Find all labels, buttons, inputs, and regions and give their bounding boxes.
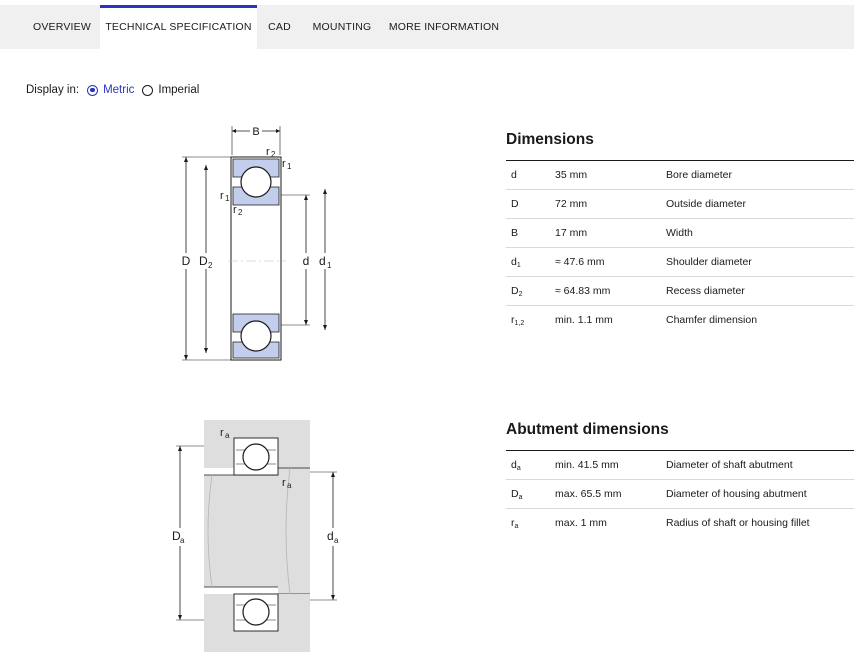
value-cell: ≈ 64.83 mm — [555, 285, 611, 297]
label-D2: D — [199, 254, 208, 268]
label-d: d — [303, 254, 310, 268]
table-row: r1,2 min. 1.1 mm Chamfer dimension — [506, 306, 854, 335]
table-row: d 35 mm Bore diameter — [506, 161, 854, 190]
radio-metric[interactable]: Metric — [87, 84, 134, 96]
display-in-label: Display in: — [26, 84, 80, 96]
value-cell: 35 mm — [555, 169, 588, 181]
description-cell: Outside diameter — [666, 198, 746, 210]
label-r2-side-sub: 2 — [238, 208, 243, 217]
value-cell: min. 1.1 mm — [555, 314, 613, 326]
table-row: d1 ≈ 47.6 mm Shoulder diameter — [506, 248, 854, 277]
label-ra-top: r — [220, 427, 224, 439]
symbol-cell: D — [511, 198, 519, 210]
label-da: d — [327, 529, 334, 543]
symbol-cell: d — [511, 169, 517, 181]
table-row: B 17 mm Width — [506, 219, 854, 248]
table-row: ra max. 1 mm Radius of shaft or housing … — [506, 509, 854, 538]
abutment-dimensions-drawing: D a d a r a r a — [160, 420, 360, 655]
radio-dot-icon — [87, 84, 99, 96]
symbol-cell: ra — [511, 517, 519, 530]
unit-selector: Display in: Metric Imperial — [26, 82, 207, 98]
radio-imperial-label: Imperial — [158, 84, 200, 96]
description-cell: Radius of shaft or housing fillet — [666, 517, 810, 529]
symbol-cell: d1 — [511, 256, 521, 269]
label-ra-top-sub: a — [225, 431, 230, 440]
value-cell: min. 41.5 mm — [555, 459, 619, 471]
symbol-cell: B — [511, 227, 519, 239]
table-row: Da max. 65.5 mm Diameter of housing abut… — [506, 480, 854, 509]
bearing-dimensions-drawing: B D D 2 d d 1 r 2 r 1 r 1 r 2 — [168, 125, 358, 365]
label-r1-top: r — [282, 158, 286, 170]
label-d1-sub: 1 — [327, 261, 332, 270]
value-cell: max. 65.5 mm — [555, 488, 622, 500]
abutment-title: Abutment dimensions — [506, 421, 669, 438]
radio-dot-icon — [142, 84, 154, 96]
value-cell: 17 mm — [555, 227, 588, 239]
dimensions-table: d 35 mm Bore diameter D 72 mm Outside di… — [506, 160, 854, 335]
label-r2-top: r — [266, 146, 270, 158]
label-r2-top-sub: 2 — [271, 150, 276, 159]
tab-cad[interactable]: CAD — [257, 5, 302, 49]
radio-metric-label: Metric — [103, 84, 135, 96]
symbol-cell: da — [511, 459, 521, 472]
tab-more-information[interactable]: MORE INFORMATION — [382, 5, 506, 49]
label-da-sub: a — [334, 536, 339, 545]
tab-bar: OVERVIEW TECHNICAL SPECIFICATION CAD MOU… — [0, 5, 854, 49]
description-cell: Diameter of housing abutment — [666, 488, 807, 500]
description-cell: Bore diameter — [666, 169, 732, 181]
abutment-table: da min. 41.5 mm Diameter of shaft abutme… — [506, 450, 854, 538]
tab-technical-specification[interactable]: TECHNICAL SPECIFICATION — [100, 5, 257, 49]
value-cell: 72 mm — [555, 198, 588, 210]
value-cell: max. 1 mm — [555, 517, 607, 529]
table-row: da min. 41.5 mm Diameter of shaft abutme… — [506, 451, 854, 480]
dimensions-title: Dimensions — [506, 131, 594, 148]
label-Da-sub: a — [180, 536, 185, 545]
label-D2-sub: 2 — [208, 261, 213, 270]
label-d1: d — [319, 254, 326, 268]
radio-imperial[interactable]: Imperial — [142, 84, 199, 96]
tab-mounting[interactable]: MOUNTING — [302, 5, 382, 49]
label-r2-side: r — [233, 204, 237, 216]
description-cell: Recess diameter — [666, 285, 745, 297]
symbol-cell: D2 — [511, 285, 523, 298]
table-row: D2 ≈ 64.83 mm Recess diameter — [506, 277, 854, 306]
value-cell: ≈ 47.6 mm — [555, 256, 605, 268]
description-cell: Diameter of shaft abutment — [666, 459, 793, 471]
table-row: D 72 mm Outside diameter — [506, 190, 854, 219]
description-cell: Width — [666, 227, 693, 239]
tab-overview[interactable]: OVERVIEW — [24, 5, 100, 49]
label-r1-side: r — [220, 190, 224, 202]
label-r1-side-sub: 1 — [225, 194, 230, 203]
symbol-cell: Da — [511, 488, 523, 501]
description-cell: Chamfer dimension — [666, 314, 758, 326]
label-D: D — [182, 254, 191, 268]
label-r1-top-sub: 1 — [287, 162, 292, 171]
label-ra-mid: r — [282, 477, 286, 489]
label-B: B — [252, 126, 259, 138]
symbol-cell: r1,2 — [511, 314, 525, 327]
description-cell: Shoulder diameter — [666, 256, 752, 268]
label-ra-mid-sub: a — [287, 481, 292, 490]
